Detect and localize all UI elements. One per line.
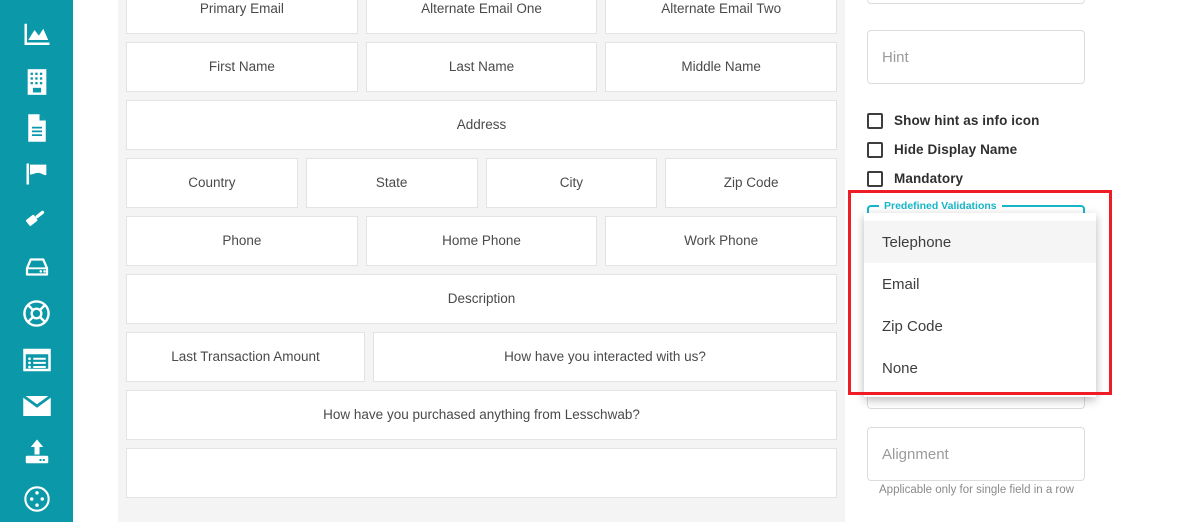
checkbox-mandatory[interactable]: Mandatory	[867, 164, 1039, 193]
form-row: Country State City Zip Code	[126, 158, 837, 208]
upload-icon	[22, 438, 52, 466]
predefined-validations-dropdown-list[interactable]: Telephone Email Zip Code None	[864, 213, 1096, 397]
checkbox-label: Mandatory	[894, 171, 964, 186]
checkbox-box-icon[interactable]	[867, 170, 883, 187]
dropdown-option-zip-code[interactable]: Zip Code	[864, 305, 1096, 347]
field-option-checkboxes: Show hint as info icon Hide Display Name…	[867, 106, 1039, 193]
form-field-zip-code[interactable]: Zip Code	[665, 158, 837, 208]
display-name-input[interactable]	[867, 0, 1085, 4]
form-field-work-phone[interactable]: Work Phone	[605, 216, 838, 266]
form-field-country[interactable]: Country	[126, 158, 298, 208]
lifebuoy-icon	[22, 299, 51, 328]
form-fields-area: Primary Email Alternate Email One Altern…	[118, 0, 845, 522]
form-field-alternate-email-one[interactable]: Alternate Email One	[365, 0, 598, 34]
form-field-phone[interactable]: Phone	[126, 216, 358, 266]
checkbox-box-icon[interactable]	[867, 112, 883, 129]
form-field-description[interactable]: Description	[126, 274, 837, 324]
form-field-middle-name[interactable]: Middle Name	[605, 42, 838, 92]
connector-icon	[23, 485, 51, 513]
form-row	[126, 448, 837, 498]
form-field-last-name[interactable]: Last Name	[365, 42, 598, 92]
alignment-select[interactable]: Alignment	[867, 427, 1085, 481]
dropdown-option-none[interactable]: None	[864, 347, 1096, 389]
form-row: Description	[126, 274, 837, 324]
field-properties-panel: Hint Show hint as info icon Hide Display…	[845, 0, 1200, 522]
checkbox-label: Show hint as info icon	[894, 113, 1040, 128]
hard-drive-icon	[22, 254, 52, 280]
dropdown-option-telephone[interactable]: Telephone	[864, 221, 1096, 263]
sidebar-item-organization[interactable]	[0, 58, 73, 104]
form-field-city[interactable]: City	[485, 158, 658, 208]
sidebar-item-dashboard[interactable]	[0, 12, 73, 58]
checkbox-show-hint-as-info-icon[interactable]: Show hint as info icon	[867, 106, 1039, 135]
sidebar-item-records[interactable]	[0, 337, 73, 383]
predefined-validations-legend: Predefined Validations	[884, 200, 997, 212]
left-sidebar-nav	[0, 0, 73, 522]
form-field-how-have-you-interacted-with-us[interactable]: How have you interacted with us?	[373, 332, 837, 382]
form-field-how-have-you-purchased-anything-from-lesschwab[interactable]: How have you purchased anything from Les…	[126, 390, 837, 440]
flag-icon	[22, 160, 52, 188]
document-icon	[24, 113, 50, 143]
envelope-icon	[21, 394, 52, 418]
application-root: Primary Email Alternate Email One Altern…	[0, 0, 1200, 522]
area-chart-icon	[22, 20, 52, 50]
building-icon	[24, 68, 50, 96]
sidebar-item-upload[interactable]	[0, 429, 73, 475]
form-field-primary-email[interactable]: Primary Email	[126, 0, 358, 34]
form-field-alternate-email-two[interactable]: Alternate Email Two	[605, 0, 838, 34]
hint-input[interactable]: Hint	[867, 30, 1085, 84]
form-row: Address	[126, 100, 837, 150]
sidebar-item-support[interactable]	[0, 290, 73, 336]
form-field-home-phone[interactable]: Home Phone	[365, 216, 598, 266]
sidebar-item-flags[interactable]	[0, 151, 73, 197]
gavel-icon	[22, 206, 52, 236]
form-field-next-partial[interactable]	[126, 448, 837, 498]
checkbox-hide-display-name[interactable]: Hide Display Name	[867, 135, 1039, 164]
alignment-helper-text: Applicable only for single field in a ro…	[879, 484, 1074, 496]
form-field-last-transaction-amount[interactable]: Last Transaction Amount	[126, 332, 365, 382]
sidebar-item-documents[interactable]	[0, 105, 73, 151]
checkbox-box-icon[interactable]	[867, 141, 883, 158]
form-field-state[interactable]: State	[305, 158, 478, 208]
form-field-first-name[interactable]: First Name	[126, 42, 358, 92]
form-field-address[interactable]: Address	[126, 100, 837, 150]
form-row: Phone Home Phone Work Phone	[126, 216, 838, 266]
form-row: Last Transaction Amount How have you int…	[126, 332, 837, 382]
checkbox-label: Hide Display Name	[894, 142, 1018, 157]
sidebar-item-mail[interactable]	[0, 383, 73, 429]
sidebar-item-integrations[interactable]	[0, 476, 73, 522]
form-row: First Name Last Name Middle Name	[126, 42, 838, 92]
sidebar-item-legal[interactable]	[0, 197, 73, 243]
list-view-icon	[22, 347, 52, 373]
form-row: How have you purchased anything from Les…	[126, 390, 837, 440]
sidebar-item-storage[interactable]	[0, 244, 73, 290]
dropdown-option-email[interactable]: Email	[864, 263, 1096, 305]
form-row: Primary Email Alternate Email One Altern…	[126, 0, 838, 34]
